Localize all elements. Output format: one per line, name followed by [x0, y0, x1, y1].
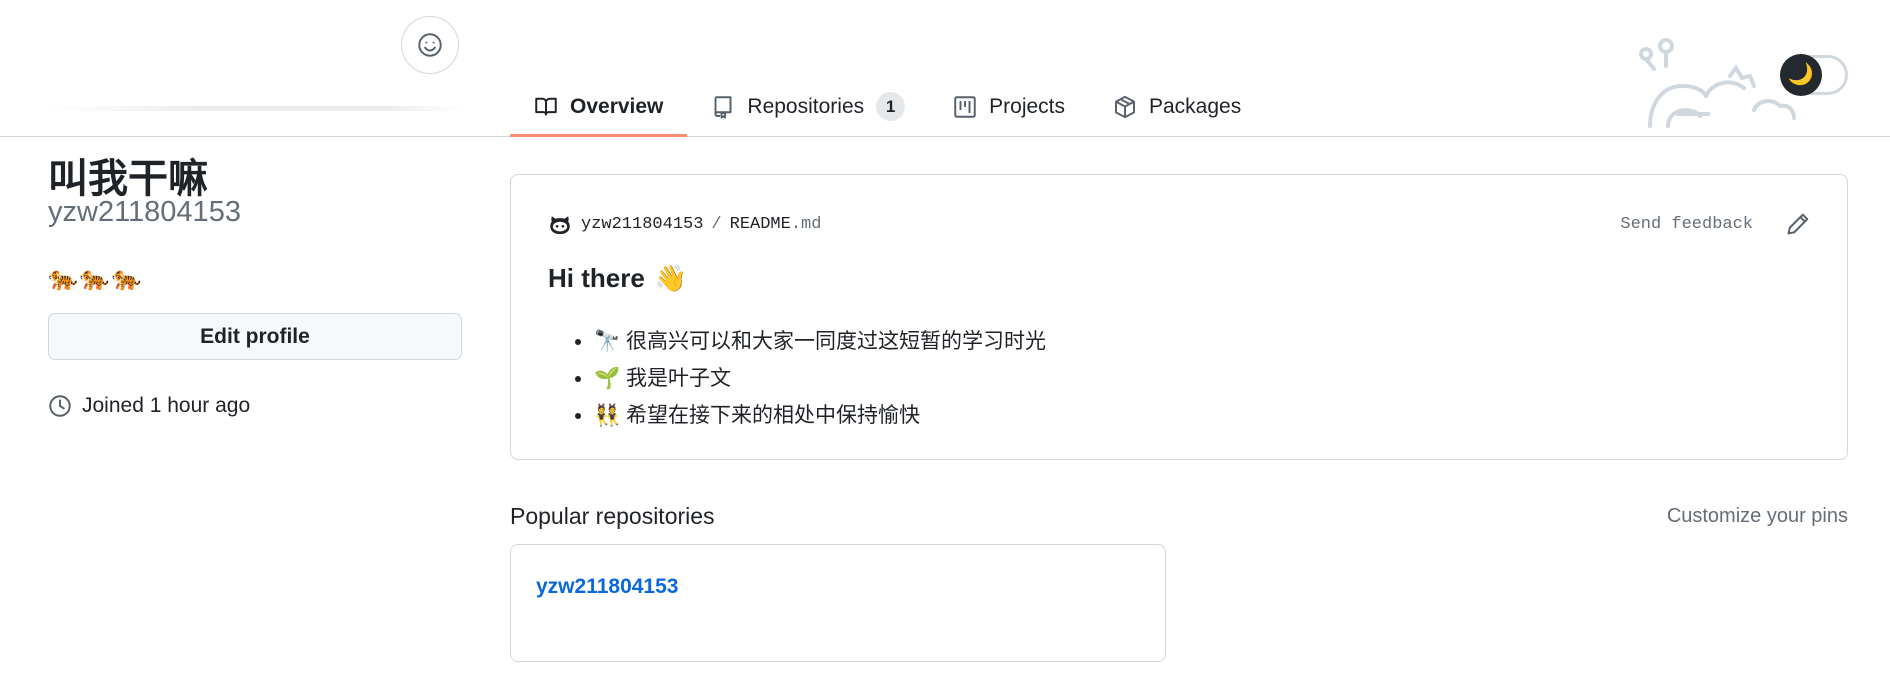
telescope-icon: 🔭: [594, 329, 621, 353]
tab-packages[interactable]: Packages: [1089, 76, 1265, 137]
popular-repositories-heading: Popular repositories: [510, 503, 715, 529]
readme-list: 🔭很高兴可以和大家一同度过这短暂的学习时光 🌱我是叶子文 👯希望在接下来的相处中…: [569, 323, 1046, 434]
octocat-doodle-illustration: [1639, 38, 1796, 128]
edit-profile-button[interactable]: Edit profile: [48, 313, 462, 360]
tab-overview[interactable]: Overview: [510, 76, 688, 137]
list-item: 🔭很高兴可以和大家一同度过这短暂的学习时光: [594, 323, 1046, 360]
readme-card: yzw211804153 / README.md Send feedback H…: [510, 174, 1848, 460]
tab-repositories[interactable]: Repositories 1: [687, 76, 929, 137]
readme-filename: README.md: [729, 214, 822, 234]
tab-label: Packages: [1149, 94, 1242, 118]
clock-icon: [49, 395, 71, 417]
tab-label: Repositories: [747, 94, 865, 118]
package-icon: [1113, 95, 1137, 119]
customize-pins-link[interactable]: Customize your pins: [1667, 505, 1848, 528]
profile-username: yzw211804153: [48, 196, 241, 228]
profile-tabs: Overview Repositories 1 Projects Package…: [510, 76, 1265, 137]
set-status-button[interactable]: [401, 16, 459, 74]
readme-heading-text: Hi there: [548, 263, 645, 293]
waving-hand-icon: 👋: [654, 263, 688, 293]
octocat-icon: [550, 216, 570, 235]
tab-projects[interactable]: Projects: [929, 76, 1089, 137]
repo-link[interactable]: yzw211804153: [536, 575, 678, 599]
people-icon: 👯: [594, 403, 621, 427]
joined-date: Joined 1 hour ago: [48, 394, 250, 418]
book-icon: [534, 95, 558, 119]
profile-nav-bar: Overview Repositories 1 Projects Package…: [0, 0, 1890, 137]
project-icon: [953, 95, 977, 119]
seedling-icon: 🌱: [594, 366, 621, 390]
joined-text: Joined 1 hour ago: [82, 394, 251, 417]
repositories-count-badge: 1: [876, 92, 906, 121]
smiley-icon: [418, 33, 442, 57]
readme-owner-link[interactable]: yzw211804153: [581, 215, 703, 234]
pencil-icon[interactable]: [1785, 211, 1811, 237]
list-item: 👯希望在接下来的相处中保持愉快: [594, 397, 1046, 434]
repo-icon: [711, 95, 735, 119]
moon-icon[interactable]: 🌙: [1780, 54, 1822, 96]
path-separator: /: [711, 214, 722, 234]
readme-heading: Hi there 👋: [548, 263, 687, 294]
readme-header: yzw211804153 / README.md: [547, 211, 821, 237]
list-item: 🌱我是叶子文: [594, 360, 1046, 397]
profile-bio: 🐅🐅🐅: [48, 265, 144, 292]
send-feedback-link[interactable]: Send feedback: [1620, 215, 1753, 234]
tab-label: Projects: [989, 94, 1065, 118]
tab-label: Overview: [570, 94, 664, 118]
pinned-repo-card: yzw211804153: [510, 544, 1166, 662]
avatar-bottom-edge: [48, 106, 462, 111]
